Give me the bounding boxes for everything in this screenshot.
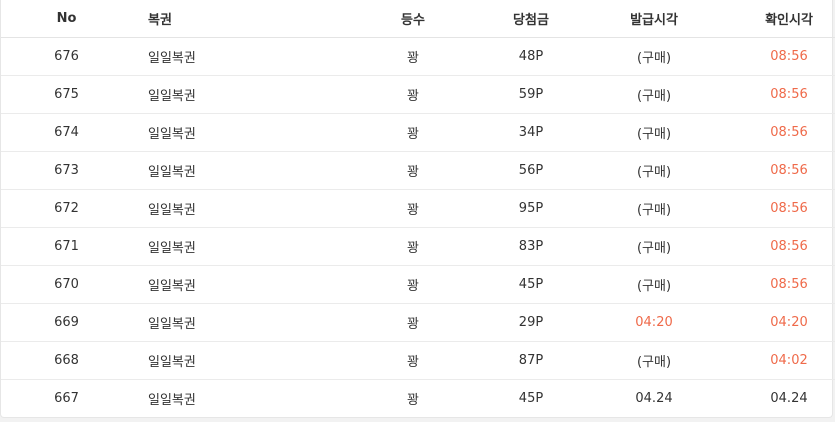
cell-lottery: 일일복권 [132, 189, 343, 228]
cell-no: 670 [1, 265, 132, 304]
cell-no: 673 [1, 151, 132, 190]
header-prize: 당첨금 [483, 0, 579, 38]
cell-checked-time: 04.24 [770, 391, 808, 406]
cell-rank: 꽝 [343, 303, 483, 342]
cell-rank: 꽝 [407, 393, 419, 408]
table-row: 673 일일복권 꽝 56P (구매) 08:56 [1, 151, 835, 190]
cell-prize: 45P [518, 391, 544, 406]
table-header-row: No 복권 등수 당첨금 발급시각 확인시각 [1, 0, 835, 38]
cell-lottery: 일일복권 [132, 227, 343, 266]
cell-rank: 꽝 [343, 341, 483, 380]
cell-lottery: 일일복권 [132, 265, 343, 304]
cell-rank: 꽝 [343, 227, 483, 266]
cell-rank: 꽝 [343, 37, 483, 76]
cell-prize: 95P [483, 189, 579, 228]
cell-checked-time: 08:56 [729, 265, 835, 304]
cell-no: 669 [1, 303, 132, 342]
cell-no: 671 [1, 227, 132, 266]
header-lottery: 복권 [132, 0, 343, 38]
cell-prize: 56P [483, 151, 579, 190]
table-row: 672 일일복권 꽝 95P (구매) 08:56 [1, 189, 835, 228]
cell-issued-time: (구매) [579, 341, 729, 380]
cell-lottery: 일일복권 [132, 303, 343, 342]
header-issued-time: 발급시각 [579, 0, 729, 38]
table-row: 670 일일복권 꽝 45P (구매) 08:56 [1, 265, 835, 304]
cell-issued-time: (구매) [579, 265, 729, 304]
cell-prize: 48P [483, 37, 579, 76]
cell-prize: 59P [483, 75, 579, 114]
cell-lottery: 일일복권 [132, 151, 343, 190]
cell-issued-time: (구매) [579, 227, 729, 266]
cell-issued-time: (구매) [579, 151, 729, 190]
cell-no: 676 [1, 37, 132, 76]
cell-lottery: 일일복권 [132, 341, 343, 380]
cell-issued-time: (구매) [579, 113, 729, 152]
cell-issued-time: (구매) [579, 37, 729, 76]
cell-no: 672 [1, 189, 132, 228]
header-rank: 등수 [343, 0, 483, 38]
lottery-history-panel: No 복권 등수 당첨금 발급시각 확인시각 676 일일복권 꽝 48P (구… [0, 0, 835, 418]
cell-checked-time: 08:56 [729, 75, 835, 114]
cell-checked-time: 08:56 [729, 37, 835, 76]
cell-prize: 87P [483, 341, 579, 380]
table-row: 671 일일복권 꽝 83P (구매) 08:56 [1, 227, 835, 266]
lottery-history-table: No 복권 등수 당첨금 발급시각 확인시각 676 일일복권 꽝 48P (구… [1, 0, 835, 417]
cell-prize: 29P [483, 303, 579, 342]
header-no: No [1, 0, 132, 38]
cell-prize: 45P [483, 265, 579, 304]
cell-lottery: 일일복권 [132, 37, 343, 76]
cell-rank: 꽝 [343, 113, 483, 152]
cell-checked-time: 04:02 [729, 341, 835, 380]
cell-lottery: 일일복권 [148, 393, 196, 408]
cell-issued-time: 04.24 [635, 391, 673, 406]
table-row: 668 일일복권 꽝 87P (구매) 04:02 [1, 341, 835, 380]
cell-checked-time: 08:56 [729, 189, 835, 228]
table-row: 667 일일복권 꽝 45P 04.24 04.24 [1, 380, 835, 418]
cell-issued-time: 04:20 [579, 303, 729, 342]
cell-no: 674 [1, 113, 132, 152]
cell-prize: 83P [483, 227, 579, 266]
cell-checked-time: 08:56 [729, 227, 835, 266]
cell-checked-time: 08:56 [729, 113, 835, 152]
table-row: 676 일일복권 꽝 48P (구매) 08:56 [1, 37, 835, 76]
cell-checked-time: 04:20 [729, 303, 835, 342]
table-row: 675 일일복권 꽝 59P (구매) 08:56 [1, 75, 835, 114]
cell-lottery: 일일복권 [132, 113, 343, 152]
header-checked-time: 확인시각 [729, 0, 835, 38]
cell-checked-time: 08:56 [729, 151, 835, 190]
cell-issued-time: (구매) [579, 189, 729, 228]
cell-rank: 꽝 [343, 75, 483, 114]
cell-no: 667 [54, 391, 79, 406]
cell-rank: 꽝 [343, 265, 483, 304]
cell-rank: 꽝 [343, 189, 483, 228]
table-row: 674 일일복권 꽝 34P (구매) 08:56 [1, 113, 835, 152]
cell-rank: 꽝 [343, 151, 483, 190]
cell-no: 668 [1, 341, 132, 380]
cell-no: 675 [1, 75, 132, 114]
table-row: 669 일일복권 꽝 29P 04:20 04:20 [1, 303, 835, 342]
cell-issued-time: (구매) [579, 75, 729, 114]
cell-prize: 34P [483, 113, 579, 152]
cell-lottery: 일일복권 [132, 75, 343, 114]
